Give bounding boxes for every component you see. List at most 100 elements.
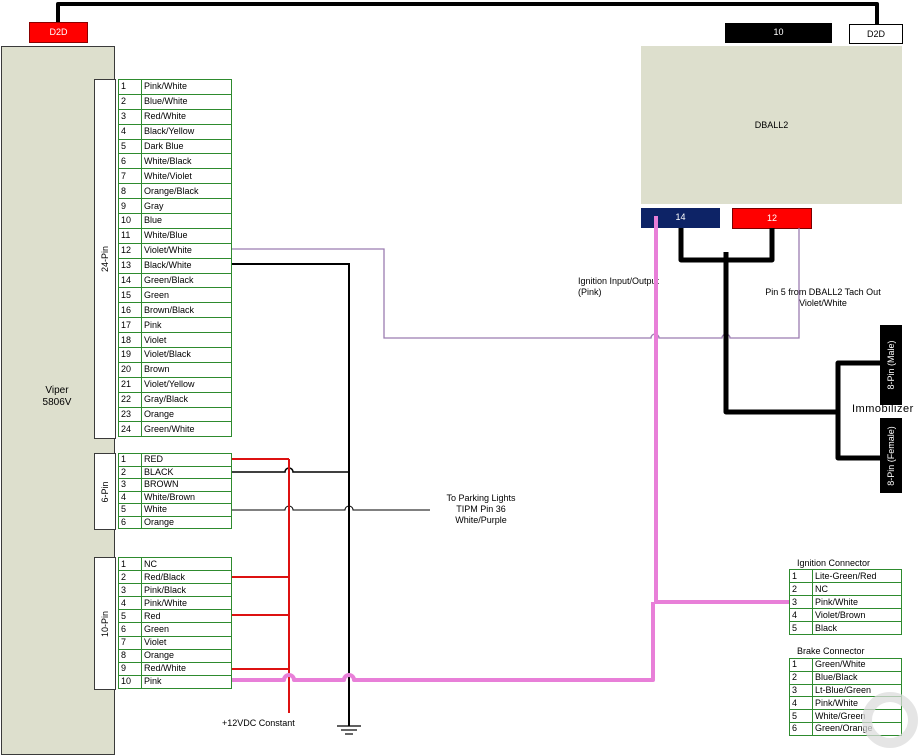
pin-wire-color: Orange bbox=[141, 648, 232, 663]
pin-wire-color: Orange bbox=[141, 406, 232, 423]
pin-wire-color: Pink/White bbox=[141, 79, 232, 95]
immobilizer-male-connector: 8-Pin (Male) bbox=[880, 325, 902, 405]
pin-row: 1 Pink/White bbox=[118, 79, 232, 95]
pin-wire-color: Brown bbox=[141, 361, 232, 378]
pin-wire-color: Red/White bbox=[141, 108, 232, 125]
pin-row: 7 White/Violet bbox=[118, 168, 232, 185]
pin-wire-color: White/Violet bbox=[141, 168, 232, 185]
pin-wire-color: Green bbox=[141, 287, 232, 304]
note-tach-line1: Pin 5 from DBALL2 Tach Out bbox=[765, 287, 881, 297]
wire-d2d-link bbox=[56, 2, 879, 24]
pin-row: 4 Violet/Brown bbox=[789, 608, 902, 622]
pin-wire-color: Blue bbox=[141, 213, 232, 229]
pin-wire-color: Pink/White bbox=[812, 595, 902, 609]
note-parking-line2: TIPM Pin 36 bbox=[456, 504, 506, 514]
pin-row: 10 Pink bbox=[118, 674, 232, 689]
wire-pink-dball2-14 bbox=[654, 216, 789, 604]
note-12v-constant: +12VDC Constant bbox=[222, 718, 295, 728]
pin-wire-color: Green/White bbox=[141, 421, 232, 438]
pin-row: 11 White/Blue bbox=[118, 227, 232, 244]
note-parking-lights: To Parking Lights TIPM Pin 36 White/Purp… bbox=[436, 493, 526, 526]
pin-wire-color: BROWN bbox=[141, 478, 232, 492]
immobilizer-label: Immobilizer bbox=[852, 403, 914, 415]
dball2-port-10-label: 10 bbox=[773, 27, 784, 37]
pin-row: 6 White/Black bbox=[118, 153, 232, 170]
pin-row: 23 Orange bbox=[118, 406, 232, 423]
pin-row: 20 Brown bbox=[118, 361, 232, 378]
pin-wire-color: Black/Yellow bbox=[141, 123, 232, 140]
watermark-logo bbox=[862, 692, 918, 748]
pin-wire-color: Green/Black bbox=[141, 272, 232, 289]
pin-wire-color: Black/White bbox=[141, 257, 232, 274]
pin-number: 10 bbox=[118, 674, 142, 689]
pin-wire-color: Violet/White bbox=[141, 242, 232, 259]
connector-6pin-table: 1 RED 2 BLACK 3 BROWN 4 White/Brown 5 White 6 Orang… bbox=[118, 453, 232, 529]
pin-wire-color: Gray/Black bbox=[141, 391, 232, 408]
pin-number: 5 bbox=[118, 138, 142, 155]
dball2-d2d-port: D2D bbox=[849, 24, 903, 44]
pin-wire-color: White/Black bbox=[141, 153, 232, 170]
connector-10pin-label: 10-Pin bbox=[100, 610, 110, 637]
pin-number: 2 bbox=[789, 670, 813, 685]
pin-number: 8 bbox=[118, 648, 142, 663]
pin-row: 9 Red/White bbox=[118, 661, 232, 676]
pin-number: 3 bbox=[118, 108, 142, 125]
dball2-port-14-label: 14 bbox=[675, 212, 686, 222]
pin-number: 3 bbox=[789, 595, 813, 609]
pin-number: 6 bbox=[118, 153, 142, 170]
pin-number: 1 bbox=[118, 79, 142, 95]
pin-row: 5 Red bbox=[118, 609, 232, 624]
pin-row: 1 Lite-Green/Red bbox=[789, 569, 902, 583]
pin-wire-color: Pink bbox=[141, 317, 232, 334]
ground-icon bbox=[337, 725, 361, 735]
pin-number: 9 bbox=[118, 198, 142, 215]
pin-row: 13 Black/White bbox=[118, 257, 232, 274]
dball2-port-10: 10 bbox=[725, 23, 832, 43]
pin-wire-color: White bbox=[141, 503, 232, 517]
brake-connector-title: Brake Connector bbox=[797, 646, 865, 656]
pin-row: 3 Red/White bbox=[118, 108, 232, 125]
pin-row: 6 Orange bbox=[118, 515, 232, 529]
connector-6pin-label: 6-Pin bbox=[100, 480, 110, 503]
pin-number: 4 bbox=[789, 608, 813, 622]
pin-wire-color: Blue/White bbox=[141, 93, 232, 110]
pin-number: 11 bbox=[118, 227, 142, 244]
pin-number: 15 bbox=[118, 287, 142, 304]
immobilizer-female-connector: 8-Pin (Female) bbox=[880, 418, 902, 493]
connector-24pin-label-box: 24-Pin bbox=[94, 79, 116, 439]
viper-d2d-label: D2D bbox=[49, 27, 68, 37]
dball2-port-14: 14 bbox=[641, 208, 720, 228]
pin-wire-color: NC bbox=[812, 582, 902, 596]
wire-6pin-black bbox=[232, 467, 349, 473]
pin-row: 16 Brown/Black bbox=[118, 302, 232, 319]
pin-wire-color: Violet/Brown bbox=[812, 608, 902, 622]
pin-wire-color: Red/Black bbox=[141, 570, 232, 585]
pin-row: 17 Pink bbox=[118, 317, 232, 334]
pin-row: 10 Blue bbox=[118, 213, 232, 229]
pin-row: 2 Red/Black bbox=[118, 570, 232, 585]
pin-number: 4 bbox=[118, 123, 142, 140]
pin-row: 3 Pink/Black bbox=[118, 583, 232, 598]
pin-row: 14 Green/Black bbox=[118, 272, 232, 289]
pin-number: 6 bbox=[118, 515, 142, 529]
pin-number: 6 bbox=[789, 721, 813, 736]
pin-wire-color: Orange/Black bbox=[141, 183, 232, 200]
note-tach-line2: Violet/White bbox=[799, 298, 847, 308]
pin-row: 19 Violet/Black bbox=[118, 347, 232, 363]
pin-wire-color: Lite-Green/Red bbox=[812, 569, 902, 583]
dball2-port-12-label: 12 bbox=[766, 213, 777, 223]
pin-number: 4 bbox=[118, 490, 142, 504]
pin-number: 7 bbox=[118, 635, 142, 650]
pin-wire-color: Gray bbox=[141, 198, 232, 215]
pin-wire-color: Green/White bbox=[812, 658, 902, 672]
pin-number: 3 bbox=[118, 478, 142, 492]
ignition-connector-table: 1 Lite-Green/Red 2 NC 3 Pink/White 4 Violet/Bro… bbox=[789, 569, 902, 635]
pin-row: 4 Black/Yellow bbox=[118, 123, 232, 140]
pin-number: 5 bbox=[118, 503, 142, 517]
pin-row: 2 Blue/Black bbox=[789, 670, 902, 685]
pin-wire-color: Orange bbox=[141, 515, 232, 529]
pin-wire-color: BLACK bbox=[141, 465, 232, 479]
pin-number: 1 bbox=[789, 569, 813, 583]
dball2-label: DBALL2 bbox=[754, 120, 789, 130]
pin-number: 2 bbox=[118, 93, 142, 110]
